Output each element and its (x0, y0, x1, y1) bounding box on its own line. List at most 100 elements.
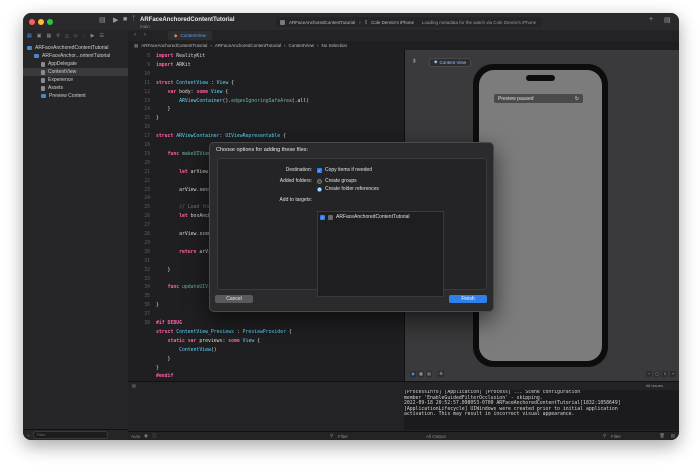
code-line[interactable]: static var previews: some View { (156, 339, 260, 344)
zoom-in-icon[interactable]: + (670, 371, 676, 377)
finish-button[interactable]: Finish (449, 295, 487, 303)
breadcrumb-item[interactable]: ARFaceAnchoredContentTutorial (215, 43, 281, 48)
code-line[interactable]: } (156, 268, 171, 273)
code-line[interactable]: } (156, 107, 171, 112)
live-mode-icon[interactable]: ◉ (410, 371, 416, 377)
console-output[interactable]: [ProcessInfo] [Application] [Process] ..… (404, 390, 679, 430)
copy-items-checkbox[interactable]: ✓ Copy items if needed (317, 167, 372, 173)
breadcrumb-item[interactable]: ARFaceAnchoredContentTutorial (141, 43, 207, 48)
preview-selector-button[interactable]: ◆ Content View (429, 57, 472, 67)
add-icon[interactable]: + (27, 433, 30, 438)
preview-paused-banner: Preview paused ↻ (494, 94, 583, 103)
target-row[interactable]: ✓ ARFaceAnchoredContentTutorial (320, 214, 409, 220)
zoom-out-icon[interactable]: − (646, 371, 652, 377)
breakpoint-icon[interactable]: ▶ (91, 33, 95, 39)
source-control-icon[interactable]: ▣ (37, 33, 42, 39)
code-line[interactable]: import ARKit (156, 63, 191, 68)
variants-icon[interactable]: ▤ (426, 371, 432, 377)
code-line[interactable]: #if DEBUG (156, 321, 182, 326)
grid-icon[interactable]: ▦ (134, 43, 138, 49)
scheme-selector[interactable]: ARFaceAnchoredContentTutorial › ▯ Cole D… (276, 17, 542, 27)
added-folders-label: Added folders: (279, 178, 312, 184)
code-line[interactable]: struct ContentView : View { (156, 81, 234, 86)
stop-icon[interactable]: ■ (123, 16, 127, 23)
create-groups-radio[interactable]: Create groups (317, 178, 357, 184)
refresh-icon[interactable]: ↻ (575, 96, 579, 102)
hide-debug-icon[interactable]: ▤ (132, 383, 136, 388)
create-folder-references-radio[interactable]: Create folder references (317, 186, 379, 192)
code-token: RealityKit (173, 54, 206, 59)
sidebar-item[interactable]: Preview Content (23, 92, 128, 100)
code-line[interactable]: #endif (156, 374, 173, 379)
folder-icon[interactable]: ▤ (27, 33, 32, 39)
forward-arrow-icon[interactable]: › (144, 32, 146, 38)
code-line[interactable]: import RealityKit (156, 54, 205, 59)
output-scope-selector[interactable]: All Output (426, 434, 446, 439)
code-token: { (285, 329, 292, 335)
code-line[interactable]: return arView (156, 250, 217, 255)
code-token: ContentView (179, 347, 211, 353)
minimize-window-button[interactable] (38, 19, 44, 25)
variables-scope-selector[interactable]: Auto (131, 434, 140, 439)
info-icon[interactable]: ⓘ (152, 433, 157, 439)
sidebar-item[interactable]: ARFaceAnchor...ontentTutorial (23, 52, 128, 60)
tab-contentview[interactable]: ◆ ContentView (168, 31, 212, 40)
code-line[interactable]: var body: some View { (156, 89, 229, 95)
zoom-window-button[interactable] (47, 19, 53, 25)
code-token: var (167, 89, 177, 95)
sidebar-item[interactable]: Experience (23, 76, 128, 84)
code-line[interactable]: struct ContentView_Previews : PreviewPro… (156, 330, 292, 335)
line-number: 14 (144, 107, 150, 113)
pin-icon[interactable]: ▮ (413, 58, 416, 64)
plus-icon[interactable]: + (649, 16, 653, 23)
test-icon[interactable]: ◇ (74, 33, 78, 39)
breadcrumb-item[interactable]: ContentView (289, 43, 314, 48)
breadcrumb-item[interactable]: No Selection (321, 43, 347, 48)
zoom-fit-icon[interactable]: ▢ (654, 371, 660, 377)
code-line[interactable]: ARViewContainer().edgesIgnoringSafeArea(… (156, 99, 309, 104)
code-line[interactable]: } (156, 357, 171, 362)
navigator-filter-bar: + Filter (23, 429, 132, 440)
navigator-filter-input[interactable]: Filter (32, 431, 108, 439)
console-filter-input[interactable]: Filter (611, 434, 621, 439)
line-number: 35 (144, 294, 150, 300)
code-token: } (156, 365, 159, 371)
search-icon[interactable]: ⚲ (56, 33, 60, 39)
code-line[interactable]: ContentView() (156, 348, 217, 353)
debug-icon[interactable]: ◌ (83, 33, 86, 39)
code-line[interactable]: } (156, 116, 159, 121)
run-icon[interactable]: ▶ (113, 16, 118, 24)
code-token: some (228, 338, 240, 344)
report-icon[interactable]: ☰ (99, 33, 103, 39)
sidebar-toggle-icon[interactable]: ▤ (99, 16, 106, 24)
trash-icon[interactable]: 🗑 (659, 433, 665, 439)
sidebar-item[interactable]: ContentView (23, 68, 128, 76)
code-token: } (156, 303, 159, 309)
checkmark-icon[interactable]: ✓ (320, 214, 325, 220)
line-number: 11 (144, 80, 150, 86)
code-token: View (239, 338, 255, 344)
sidebar-item[interactable]: Assets (23, 84, 128, 92)
warning-icon[interactable]: △ (65, 33, 69, 39)
line-number: 36 (144, 303, 150, 309)
zoom-actual-icon[interactable]: 1 (662, 371, 668, 377)
inspector-toggle-icon[interactable]: ▤ (664, 16, 671, 24)
code-line[interactable]: } (156, 366, 159, 371)
code-line[interactable]: struct ARViewContainer: UIViewRepresenta… (156, 134, 286, 139)
eye-icon[interactable]: ◉ (144, 433, 148, 439)
scheme-name[interactable]: ARFaceAnchoredContentTutorial (289, 20, 355, 25)
selectable-mode-icon[interactable]: ▦ (418, 371, 424, 377)
close-window-button[interactable] (29, 19, 35, 25)
back-arrow-icon[interactable]: ‹ (134, 32, 136, 38)
sidebar-item[interactable]: AppDelegate (23, 60, 128, 68)
device-settings-icon[interactable]: ⚙ (438, 371, 444, 377)
all-issues-filter[interactable]: All Issues (646, 383, 663, 388)
symbol-icon[interactable]: ▦ (46, 33, 51, 39)
variables-filter-input[interactable]: Filter (338, 434, 348, 439)
destination-name[interactable]: Cole Dennis's iPhone (371, 20, 414, 25)
sidebar-item[interactable]: ARFaceAnchoredContentTutorial (23, 44, 128, 52)
line-number: 8 (147, 54, 150, 59)
split-view-icon[interactable]: ▤ (671, 433, 675, 439)
code-line[interactable]: } (156, 303, 159, 308)
cancel-button[interactable]: Cancel (215, 295, 253, 303)
